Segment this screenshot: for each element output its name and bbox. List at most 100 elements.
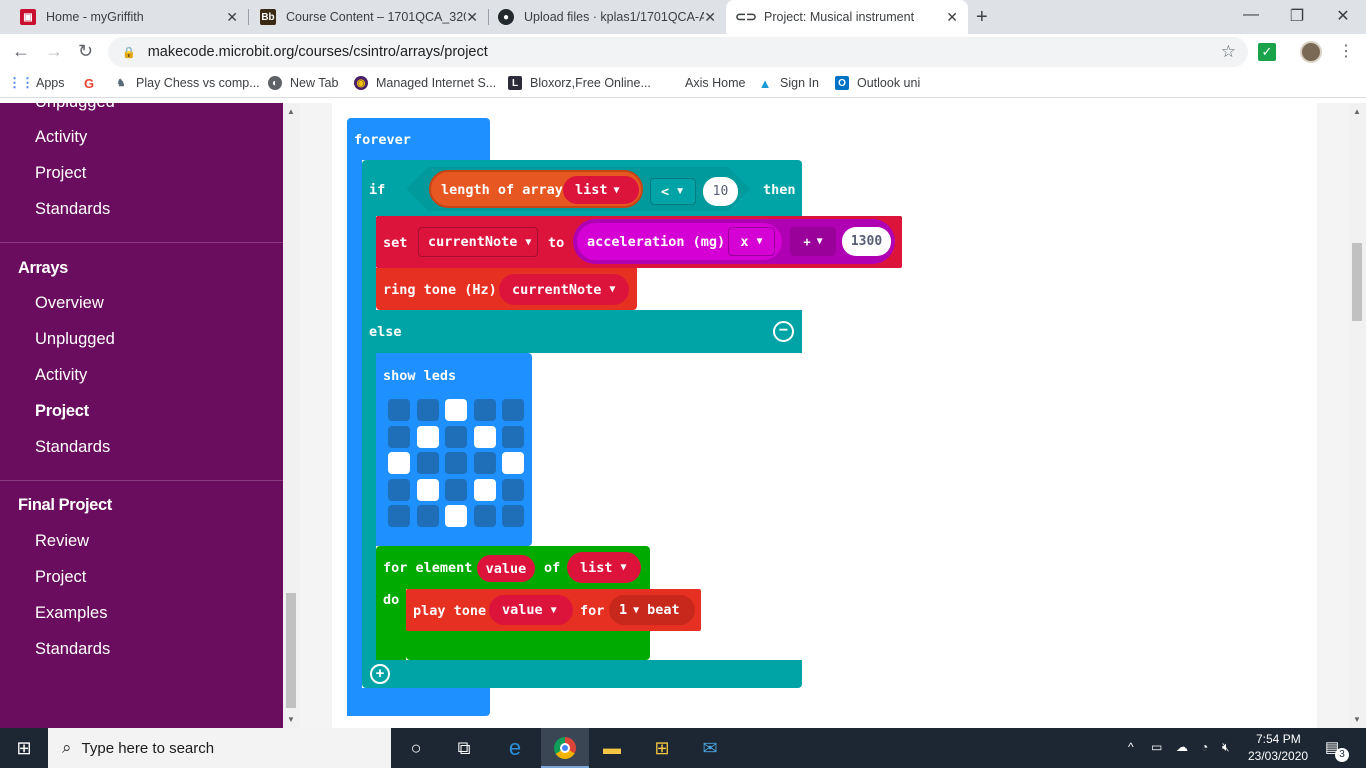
tab-course-content[interactable]: Bb Course Content – 1701QCA_3201 ✕ xyxy=(240,0,488,34)
sidebar-item-review[interactable]: Review xyxy=(35,532,89,551)
led-r1-c0[interactable] xyxy=(388,425,410,448)
mail-icon[interactable]: ✉ xyxy=(698,736,722,760)
scroll-up-icon[interactable]: ▲ xyxy=(287,107,295,116)
math-operator-dropdown[interactable]: + ▼ xyxy=(790,227,836,256)
sidebar-scrollbar[interactable]: ▲ ▼ xyxy=(283,103,300,728)
scroll-up-icon[interactable]: ▲ xyxy=(1353,107,1361,116)
menu-dots-icon[interactable]: ⋮ xyxy=(1338,41,1354,61)
remove-else-icon[interactable]: − xyxy=(773,321,794,342)
sidebar-item-standards[interactable]: Standards xyxy=(35,200,110,219)
led-r3-c1[interactable] xyxy=(416,478,439,501)
value-variable[interactable]: value xyxy=(477,555,535,582)
led-r2-c3[interactable] xyxy=(473,452,496,474)
set-variable-block[interactable]: set currentNote ▼ to acceleration (mg) x… xyxy=(376,216,902,268)
compare-value-input[interactable]: 10 xyxy=(703,177,738,206)
led-r4-c3[interactable] xyxy=(473,505,496,527)
led-r1-c1[interactable] xyxy=(416,425,439,448)
forever-block[interactable]: forever xyxy=(347,118,490,160)
led-r1-c3[interactable] xyxy=(473,425,496,448)
sidebar-item-project[interactable]: Project xyxy=(35,568,86,587)
taskbar-search-box[interactable]: ⌕ Type here to search xyxy=(48,728,391,768)
cortana-icon[interactable]: ○ xyxy=(404,736,428,760)
avatar[interactable] xyxy=(1300,41,1322,63)
store-icon[interactable]: ⊞ xyxy=(650,736,674,760)
led-r4-c1[interactable] xyxy=(416,505,439,527)
sidebar-item-activity[interactable]: Activity xyxy=(35,128,87,147)
led-r0-c2[interactable] xyxy=(445,399,467,421)
close-tab-icon[interactable]: ✕ xyxy=(704,9,716,25)
led-r3-c3[interactable] xyxy=(473,478,496,501)
add-else-if-icon[interactable]: + xyxy=(370,664,390,684)
led-r1-c2[interactable] xyxy=(445,425,467,448)
close-window-icon[interactable]: ✕ xyxy=(1320,6,1366,26)
else-section[interactable]: else − xyxy=(362,310,802,353)
addition-block[interactable]: acceleration (mg) x ▼ + ▼ 1300 xyxy=(573,219,895,264)
address-bar[interactable]: 🔒 makecode.microbit.org/courses/csintro/… xyxy=(108,37,1248,67)
led-r0-c4[interactable] xyxy=(502,399,524,421)
battery-icon[interactable]: ▭ xyxy=(1151,740,1162,754)
sidebar-item-activity[interactable]: Activity xyxy=(35,366,87,385)
led-r3-c2[interactable] xyxy=(445,478,467,501)
bookmark-axis-home[interactable]: Axis Home xyxy=(685,76,745,90)
if-block[interactable]: if length of array list ▼ < ▼ 10 then xyxy=(362,160,802,216)
list-variable-dropdown[interactable]: list ▼ xyxy=(567,552,641,583)
forward-icon[interactable]: → xyxy=(45,41,63,62)
sidebar-item-project-active[interactable]: Project xyxy=(35,402,89,421)
sidebar-item-overview[interactable]: Overview xyxy=(35,294,104,313)
scroll-thumb[interactable] xyxy=(286,593,296,708)
bookmark-new-tab[interactable]: ◐ New Tab xyxy=(268,76,338,90)
current-note-variable-dropdown[interactable]: currentNote ▼ xyxy=(418,227,538,257)
sidebar-header-arrays[interactable]: Arrays xyxy=(18,259,68,278)
led-r2-c0[interactable] xyxy=(388,452,410,474)
close-tab-icon[interactable]: ✕ xyxy=(466,9,478,25)
bookmark-star-icon[interactable]: ☆ xyxy=(1221,42,1236,62)
length-of-array-block[interactable]: length of array list ▼ xyxy=(429,170,643,208)
new-tab-button[interactable]: + xyxy=(976,0,1000,34)
page-scrollbar[interactable]: ▲ ▼ xyxy=(1349,103,1366,728)
list-variable-dropdown[interactable]: list ▼ xyxy=(563,176,639,204)
edge-icon[interactable]: e xyxy=(503,735,527,760)
led-r3-c0[interactable] xyxy=(388,478,410,501)
axis-dropdown[interactable]: x ▼ xyxy=(728,227,775,256)
minimize-icon[interactable]: — xyxy=(1228,6,1274,24)
current-note-variable[interactable]: currentNote ▼ xyxy=(499,274,629,305)
close-tab-icon[interactable]: ✕ xyxy=(226,9,238,25)
sidebar-header-final-project[interactable]: Final Project xyxy=(18,496,112,515)
bookmark-managed-internet[interactable]: ◉ Managed Internet S... xyxy=(354,76,496,90)
scroll-down-icon[interactable]: ▼ xyxy=(287,715,295,724)
led-r4-c0[interactable] xyxy=(388,505,410,527)
led-r2-c4[interactable] xyxy=(502,452,524,474)
wifi-icon[interactable]: ◔ xyxy=(1201,740,1208,754)
show-hidden-icons[interactable]: ^ xyxy=(1128,740,1134,754)
led-r3-c4[interactable] xyxy=(502,478,524,501)
windows-start-icon[interactable]: ⊞ xyxy=(12,736,36,760)
tab-home-mygriffith[interactable]: ▣ Home - myGriffith ✕ xyxy=(0,0,248,34)
bookmark-sign-in[interactable]: ▲ Sign In xyxy=(758,76,819,91)
clock-date[interactable]: 23/03/2020 xyxy=(1248,749,1308,763)
bookmark-outlook-uni[interactable]: O Outlook uni xyxy=(835,76,920,90)
restore-icon[interactable]: ❐ xyxy=(1274,6,1320,26)
file-explorer-icon[interactable]: ▬ xyxy=(600,736,624,760)
led-r0-c3[interactable] xyxy=(473,399,496,421)
led-r0-c1[interactable] xyxy=(416,399,439,421)
scroll-down-icon[interactable]: ▼ xyxy=(1353,715,1361,724)
sidebar-item-unplugged[interactable]: Unplugged xyxy=(35,330,115,349)
reload-icon[interactable]: ↻ xyxy=(78,41,93,62)
ring-tone-block[interactable]: ring tone (Hz) currentNote ▼ xyxy=(376,268,637,310)
led-r0-c0[interactable] xyxy=(388,399,410,421)
offset-value-input[interactable]: 1300 xyxy=(842,227,891,256)
chrome-taskbar-button[interactable] xyxy=(541,728,589,768)
back-icon[interactable]: ← xyxy=(12,41,30,62)
tab-project-musical-instrument[interactable]: ⊂⊃ Project: Musical instrument ✕ xyxy=(726,0,968,34)
onedrive-icon[interactable]: ☁ xyxy=(1176,740,1188,754)
led-r4-c2[interactable] xyxy=(445,505,467,527)
clock-time[interactable]: 7:54 PM xyxy=(1256,732,1301,746)
sidebar-item-project[interactable]: Project xyxy=(35,164,86,183)
sidebar-item-unplugged-partial[interactable]: Unplugged xyxy=(35,103,115,112)
led-r4-c4[interactable] xyxy=(502,505,524,527)
bookmark-bloxorz[interactable]: L Bloxorz,Free Online... xyxy=(508,76,651,90)
bookmark-apps[interactable]: ⋮⋮ Apps xyxy=(8,75,65,90)
acceleration-block[interactable]: acceleration (mg) x ▼ xyxy=(577,223,782,260)
tab-upload-files[interactable]: ● Upload files · kplas1/1701QCA-A ✕ xyxy=(478,0,726,34)
play-tone-block[interactable]: play tone value ▼ for 1 ▼ beat xyxy=(406,589,701,631)
